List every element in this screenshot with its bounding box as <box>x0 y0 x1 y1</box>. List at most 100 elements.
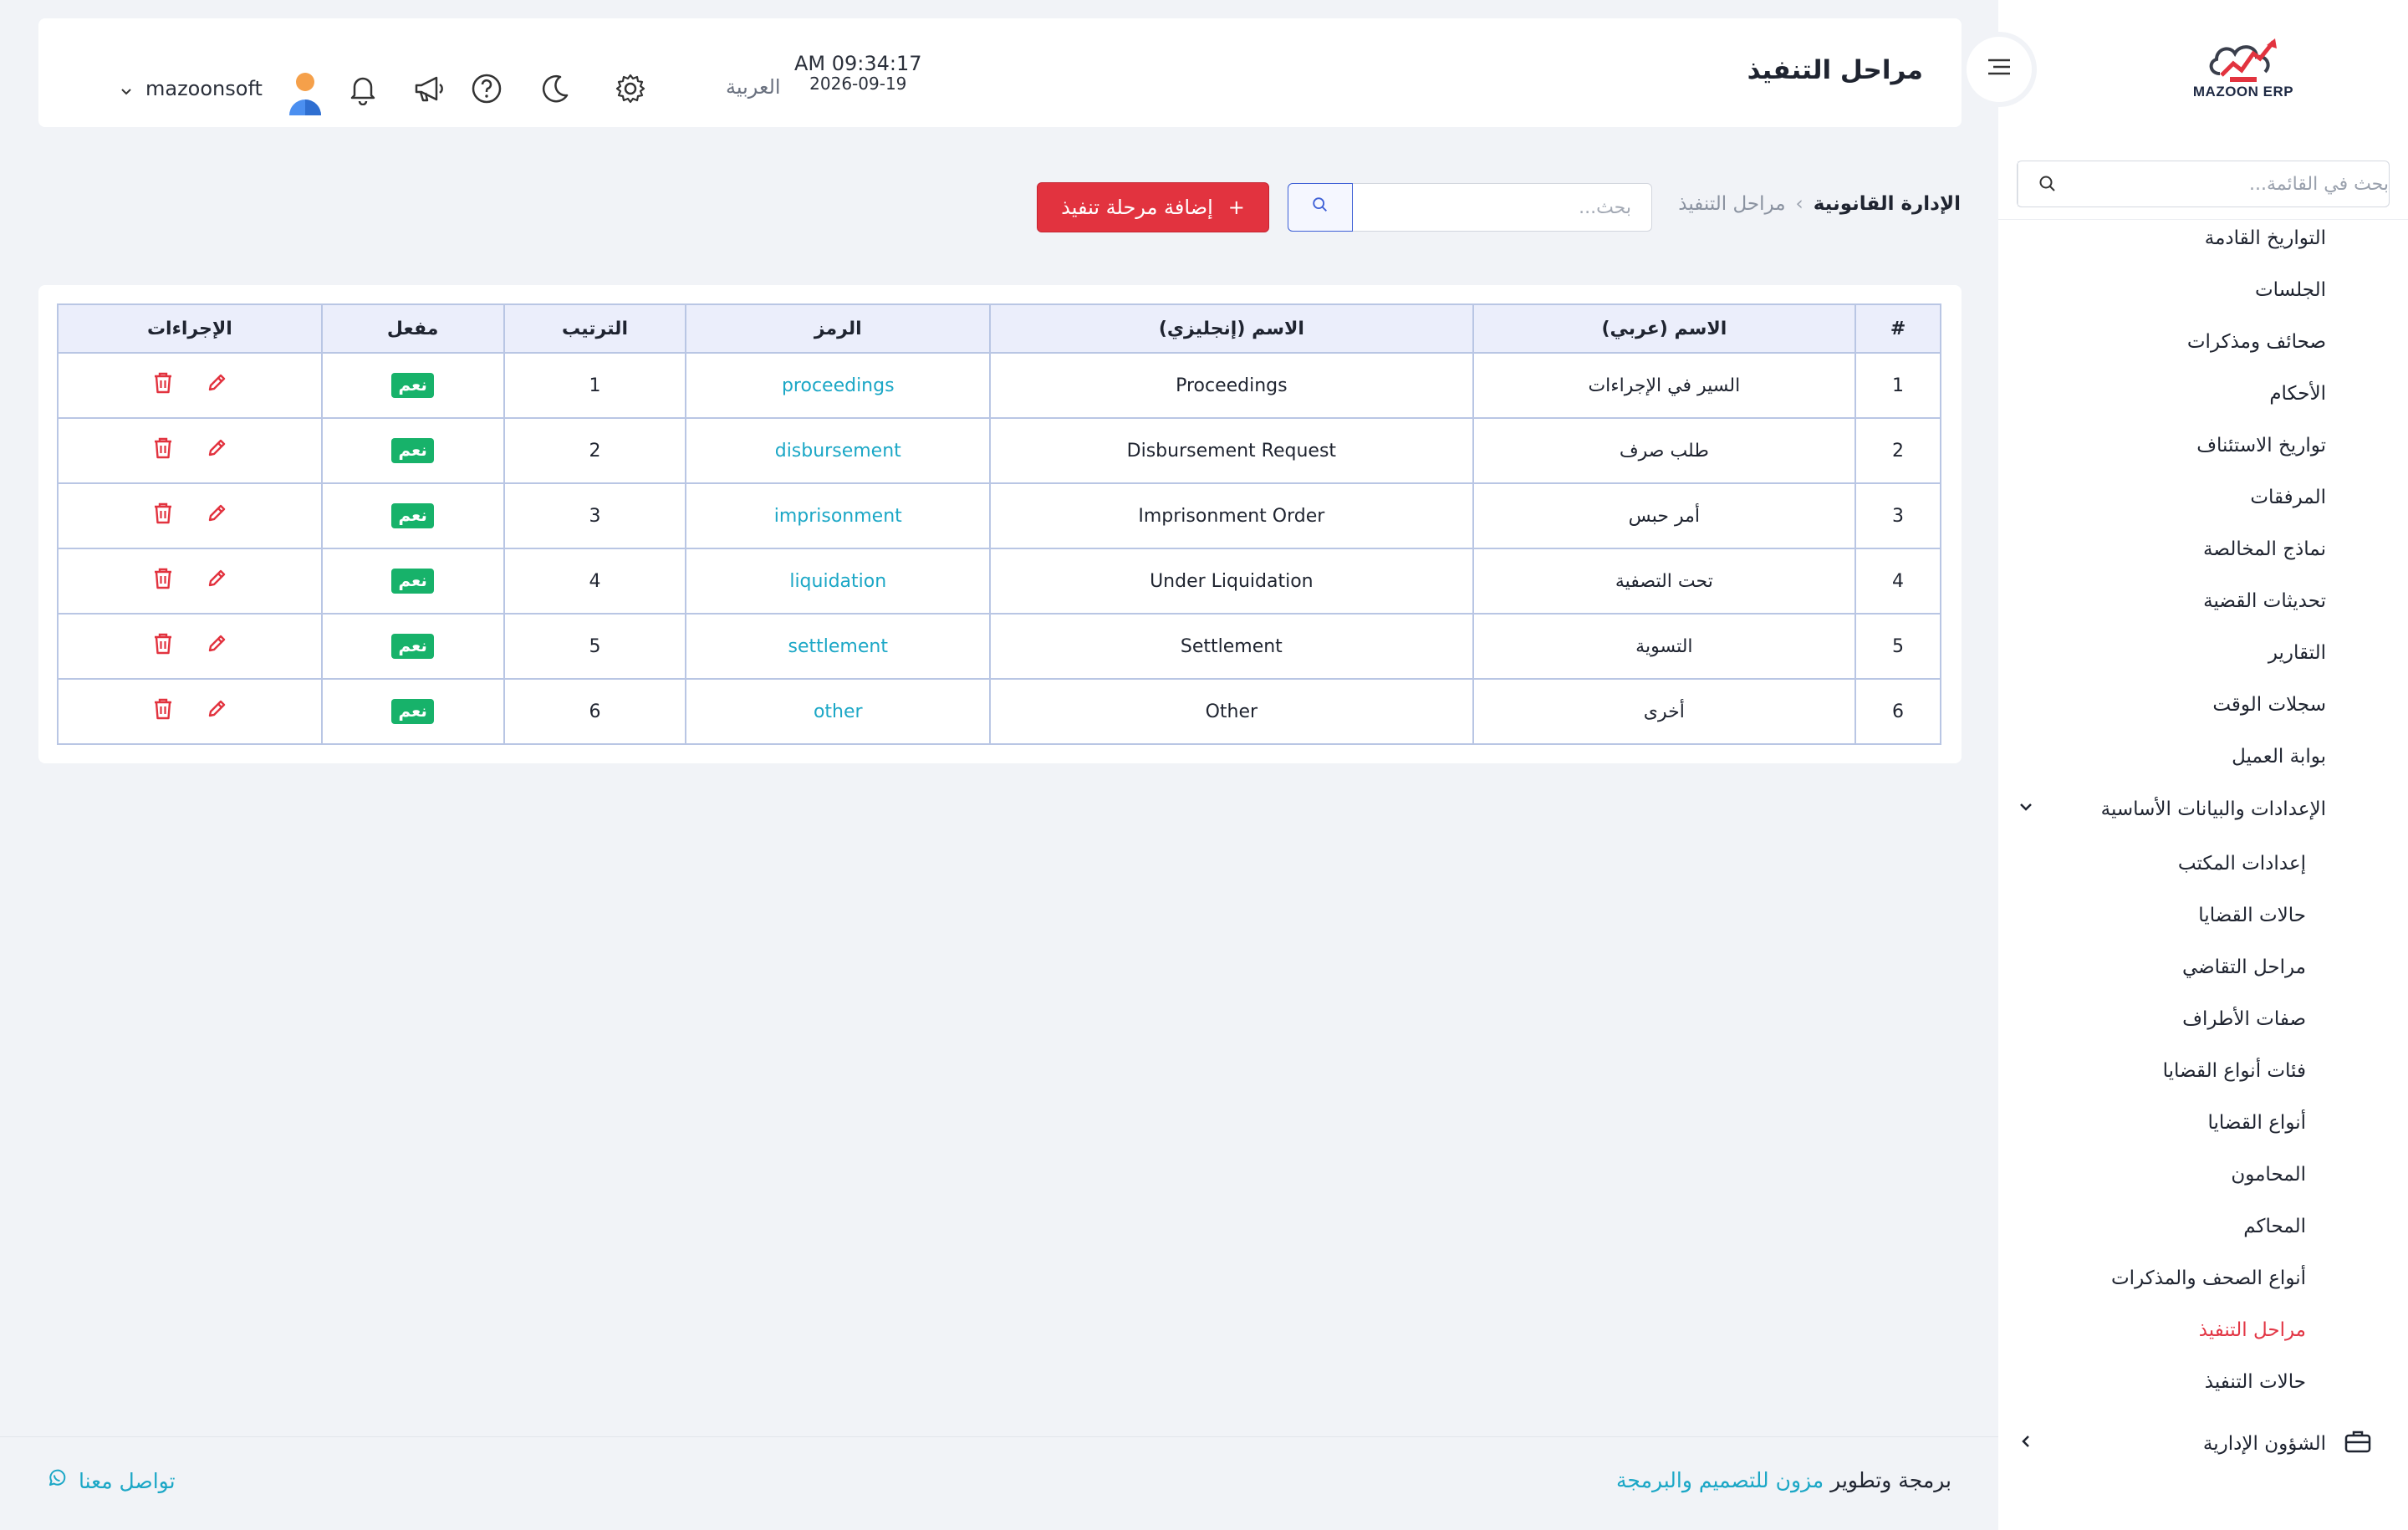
add-button-label: إضافة مرحلة تنفيذ <box>1061 196 1213 219</box>
add-execution-stage-button[interactable]: + إضافة مرحلة تنفيذ <box>1037 182 1269 232</box>
edit-icon[interactable] <box>205 436 228 465</box>
sidebar-item-case-type-categories[interactable]: فئات أنواع القضايا <box>2163 1060 2306 1082</box>
sidebar-item-case-statuses[interactable]: حالات القضايا <box>2198 905 2306 926</box>
sidebar-item-execution-stages[interactable]: مراحل التنفيذ <box>2199 1319 2306 1341</box>
sidebar-item-administrative-affairs[interactable]: الشؤون الإدارية <box>2017 1430 2371 1458</box>
username[interactable]: mazoonsoft <box>145 77 263 100</box>
cell-name-ar: طلب صرف <box>1472 417 1857 484</box>
cell-number: 4 <box>1854 548 1941 615</box>
sidebar-item-lawyers[interactable]: المحامون <box>2231 1164 2306 1186</box>
sidebar-item-time-logs[interactable]: سجلات الوقت <box>2212 694 2326 716</box>
cell-name-ar: التسوية <box>1472 613 1857 680</box>
sidebar-item-reports[interactable]: التقارير <box>2268 642 2326 664</box>
footer-credit-brand[interactable]: مزون للتصميم والبرمجة <box>1616 1468 1824 1492</box>
sidebar-item-settlement-forms[interactable]: نماذج المخالصة <box>2203 538 2326 560</box>
settings-icon[interactable] <box>612 70 649 107</box>
cell-name-ar: تحت التصفية <box>1472 548 1857 615</box>
table-row: 3 أمر حبس Imprisonment Order imprisonment 3 ن… <box>57 482 1941 549</box>
menu-icon <box>1985 54 2013 84</box>
col-actions: الإجراءات <box>57 303 323 354</box>
briefcase-icon <box>2344 1430 2371 1458</box>
cell-order: 6 <box>503 678 687 745</box>
sidebar-item-pleading-types[interactable]: أنواع الصحف والمذكرات <box>2111 1267 2306 1289</box>
table-row: 5 التسوية Settlement settlement 5 نعم <box>57 613 1941 680</box>
sidebar-item-courts[interactable]: المحاكم <box>2243 1216 2306 1237</box>
menu-toggle-button[interactable] <box>1962 32 2037 107</box>
help-icon[interactable] <box>468 70 505 107</box>
edit-icon[interactable] <box>205 567 228 595</box>
cell-name-en: Other <box>989 678 1474 745</box>
bell-icon[interactable] <box>344 70 381 107</box>
avatar[interactable] <box>284 70 326 115</box>
cell-name-ar: السير في الإجراءات <box>1472 352 1857 419</box>
cell-code: other <box>685 678 992 745</box>
sidebar-item-label: الشؤون الإدارية <box>2202 1433 2326 1455</box>
sidebar-item-pleadings[interactable]: صحائف ومذكرات <box>2187 331 2326 353</box>
delete-icon[interactable] <box>151 631 175 661</box>
table-header-row: # الاسم (عربي) الاسم (إنجليزي) الرمز الت… <box>57 303 1941 354</box>
breadcrumb-current: مراحل التنفيذ <box>1678 193 1786 215</box>
cell-order: 3 <box>503 482 687 549</box>
logo-icon <box>2209 38 2277 82</box>
cell-code: disbursement <box>685 417 992 484</box>
sidebar-group-settings[interactable]: الإعدادات والبيانات الأساسية <box>2017 798 2326 821</box>
breadcrumb: الإدارة القانونية › مراحل التنفيذ <box>1678 193 1961 215</box>
sidebar-item-execution-statuses[interactable]: حالات التنفيذ <box>2205 1371 2306 1393</box>
sidebar-item-appeal-dates[interactable]: تواريخ الاستئناف <box>2196 435 2326 456</box>
clock-time: AM 09:34:17 <box>794 52 922 75</box>
clock-date: 2026-09-19 <box>809 74 907 94</box>
sidebar-item-case-types[interactable]: أنواع القضايا <box>2208 1112 2307 1134</box>
cell-enabled: نعم <box>320 678 505 745</box>
footer-credit: برمجة وتطوير مزون للتصميم والبرمجة <box>1616 1468 1951 1492</box>
chevron-left-icon <box>2017 1432 2035 1456</box>
cell-code: settlement <box>685 613 992 680</box>
footer-divider <box>0 1436 1998 1437</box>
sidebar-item-client-portal[interactable]: بوابة العميل <box>2232 746 2326 768</box>
edit-icon[interactable] <box>205 632 228 660</box>
delete-icon[interactable] <box>151 501 175 531</box>
language-switch[interactable]: العربية <box>726 75 781 99</box>
cell-name-en: Disbursement Request <box>989 417 1474 484</box>
contact-us-link[interactable]: تواصل معنا <box>47 1468 176 1493</box>
edit-icon[interactable] <box>205 502 228 530</box>
cell-name-en: Settlement <box>989 613 1474 680</box>
sidebar-item-upcoming-dates[interactable]: التواريخ القادمة <box>2205 227 2326 249</box>
search-icon[interactable] <box>2018 161 2076 207</box>
status-badge: نعم <box>391 569 434 594</box>
edit-icon[interactable] <box>205 697 228 726</box>
sidebar-item-case-updates[interactable]: تحديثات القضية <box>2203 590 2326 612</box>
table-row: 1 السير في الإجراءات Proceedings proceeding… <box>57 352 1941 419</box>
cell-name-ar: أخرى <box>1472 678 1857 745</box>
sidebar-search <box>2017 161 2390 207</box>
sidebar-group-label: الإعدادات والبيانات الأساسية <box>2100 798 2326 820</box>
cell-number: 2 <box>1854 417 1941 484</box>
col-order: الترتيب <box>503 303 687 354</box>
breadcrumb-root[interactable]: الإدارة القانونية <box>1814 193 1961 215</box>
sidebar-item-party-roles[interactable]: صفات الأطراف <box>2182 1008 2306 1030</box>
megaphone-icon[interactable] <box>410 70 446 107</box>
table-row: 2 طلب صرف Disbursement Request disbursement… <box>57 417 1941 484</box>
col-enabled: مفعل <box>320 303 505 354</box>
cell-actions <box>57 417 323 484</box>
delete-icon[interactable] <box>151 696 175 727</box>
sidebar-item-sessions[interactable]: الجلسات <box>2255 279 2326 301</box>
sidebar-item-attachments[interactable]: المرفقات <box>2250 487 2326 508</box>
chevron-down-icon <box>2017 798 2035 821</box>
delete-icon[interactable] <box>151 370 175 400</box>
chevron-down-icon[interactable] <box>119 84 134 105</box>
sidebar-search-input[interactable] <box>2076 173 2389 195</box>
cell-enabled: نعم <box>320 548 505 615</box>
cell-code: imprisonment <box>685 482 992 549</box>
app-logo[interactable]: MAZOON ERP <box>2181 37 2306 112</box>
moon-icon[interactable] <box>537 70 574 107</box>
sidebar-item-litigation-stages[interactable]: مراحل التقاضي <box>2182 956 2306 978</box>
delete-icon[interactable] <box>151 566 175 596</box>
col-name-ar: الاسم (عربي) <box>1472 303 1857 354</box>
cell-number: 1 <box>1854 352 1941 419</box>
search-button[interactable] <box>1288 183 1353 232</box>
sidebar-item-judgments[interactable]: الأحكام <box>2269 383 2326 405</box>
edit-icon[interactable] <box>205 371 228 400</box>
search-icon <box>1311 196 1329 219</box>
delete-icon[interactable] <box>151 436 175 466</box>
sidebar-item-office-settings[interactable]: إعدادات المكتب <box>2178 853 2306 875</box>
